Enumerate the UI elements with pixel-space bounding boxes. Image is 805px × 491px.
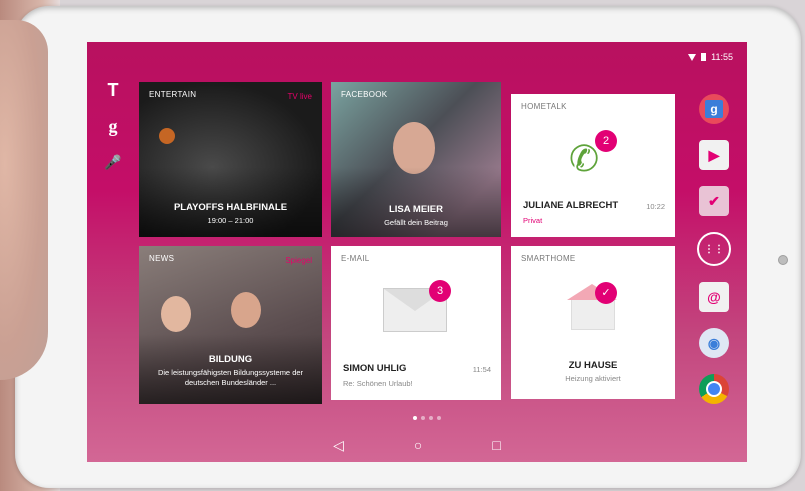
tile-title: PLAYOFFS HALBFINALE xyxy=(173,202,288,213)
tile-label: ENTERTAIN xyxy=(149,90,197,99)
tile-label: FACEBOOK xyxy=(341,90,388,99)
wifi-icon xyxy=(688,53,697,61)
battery-icon xyxy=(701,53,707,61)
play-store-icon[interactable]: ▶ xyxy=(699,140,729,170)
apps-icon[interactable]: ⋮⋮ xyxy=(697,232,731,266)
caller-type: Privat xyxy=(523,216,543,225)
tile-title: LISA MEIER xyxy=(388,204,443,215)
tile-title: ZU HAUSE xyxy=(568,360,618,371)
tile-subtitle: 19:00 – 21:00 xyxy=(207,216,254,225)
page-dot xyxy=(421,416,425,420)
tile-subtitle: Heizung aktiviert xyxy=(565,374,621,383)
check-icon: ✓ xyxy=(595,282,617,304)
clock: 11:55 xyxy=(711,52,733,62)
tile-entertain[interactable]: ENTERTAIN TV live PLAYOFFS HALBFINALE 19… xyxy=(139,82,322,237)
tile-label: NEWS xyxy=(149,254,175,263)
messages-icon[interactable]: ✔ xyxy=(699,186,729,216)
home-screen: 11:55 T g 🎤 ENTERTAIN TV live PLAYOFFS H… xyxy=(87,42,747,462)
recent-apps-button[interactable]: □ xyxy=(492,437,500,454)
child-face xyxy=(231,292,261,328)
tile-label: E-MAIL xyxy=(341,254,370,263)
home-button[interactable]: ○ xyxy=(414,437,422,454)
tile-subtitle: Die leistungsfähigsten Bildungssysteme d… xyxy=(157,368,304,387)
tile-news[interactable]: NEWS Spiegel BILDUNG Die leistungsfähigs… xyxy=(139,246,322,404)
tile-subtitle: Gefällt dein Beitrag xyxy=(384,218,448,227)
tv-tag: TV live xyxy=(287,92,312,101)
hand xyxy=(0,20,48,380)
page-dot xyxy=(437,416,441,420)
tile-email[interactable]: E-MAIL 3 SIMON UHLIG Re: Schönen Urlaub!… xyxy=(331,246,501,400)
tablet-sensor-dot xyxy=(778,255,788,265)
call-time: 10:22 xyxy=(646,202,665,211)
google-search-icon[interactable]: g xyxy=(109,116,118,136)
page-dot xyxy=(413,416,417,420)
email-time: 11:54 xyxy=(472,365,491,374)
badge-count: 2 xyxy=(595,130,617,152)
page-dot xyxy=(429,416,433,420)
tile-title: BILDUNG xyxy=(208,354,253,365)
nav-bar: ◁ ○ □ xyxy=(87,437,747,454)
mail-icon[interactable]: @ xyxy=(699,282,729,312)
status-bar: 11:55 xyxy=(688,52,733,62)
maps-icon[interactable]: ◉ xyxy=(699,328,729,358)
email-subject: Re: Schönen Urlaub! xyxy=(343,379,413,388)
badge-count: 3 xyxy=(429,280,451,302)
right-rail: g ▶ ✔ ⋮⋮ @ ◉ xyxy=(697,94,731,404)
tile-label: HOMETALK xyxy=(521,102,567,111)
sender-name: SIMON UHLIG xyxy=(343,363,407,374)
telekom-logo-icon[interactable]: T xyxy=(108,80,119,100)
caller-name: JULIANE ALBRECHT xyxy=(523,200,619,211)
child-face xyxy=(161,296,191,332)
microphone-icon[interactable]: 🎤 xyxy=(104,152,121,172)
news-source-tag: Spiegel xyxy=(285,256,312,265)
page-indicator xyxy=(413,416,441,420)
tile-facebook[interactable]: FACEBOOK LISA MEIER Gefällt dein Beitrag xyxy=(331,82,501,237)
basketball-icon xyxy=(159,128,175,144)
left-rail: T g 🎤 xyxy=(103,80,123,172)
tile-hometalk[interactable]: HOMETALK ✆ 2 JULIANE ALBRECHT Privat 10:… xyxy=(511,94,675,237)
tile-smarthome[interactable]: SMARTHOME ✓ ZU HAUSE Heizung aktiviert xyxy=(511,246,675,399)
tile-label: SMARTHOME xyxy=(521,254,576,263)
back-button[interactable]: ◁ xyxy=(333,437,344,454)
google-icon[interactable]: g xyxy=(699,94,729,124)
chrome-icon[interactable] xyxy=(699,374,729,404)
